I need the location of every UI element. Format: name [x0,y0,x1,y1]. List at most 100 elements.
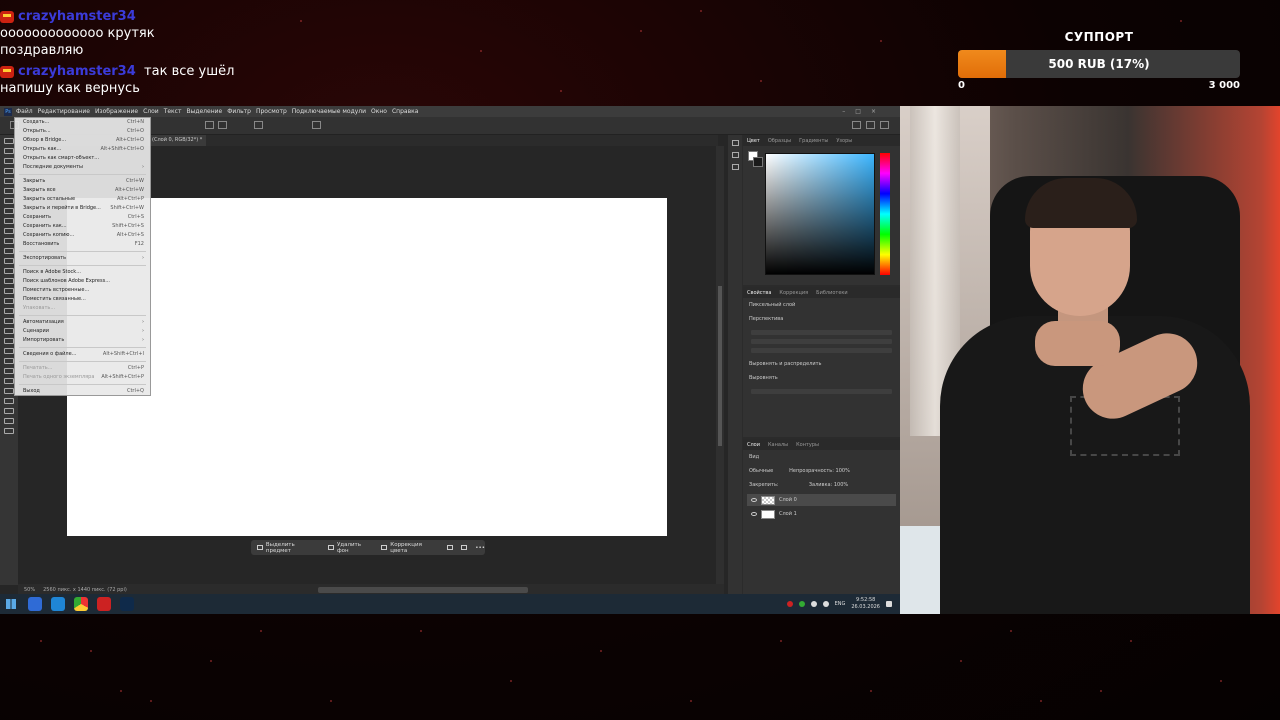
tool-icon[interactable] [4,148,14,154]
select-subject-button[interactable]: Выделить предмет [257,542,320,554]
tool-icon[interactable] [4,338,14,344]
file-menu-item[interactable]: Поиск в Adobe Stock... [15,268,150,277]
file-menu-item[interactable]: Сохранить как... Shift+Ctrl+S [15,222,150,231]
panel-tab[interactable]: Цвет [747,138,760,144]
file-menu-item[interactable]: Поместить встроенные... [15,286,150,295]
align-buttons-row[interactable] [751,389,892,394]
tool-icon[interactable] [4,208,14,214]
panel-tab[interactable]: Узоры [836,138,852,144]
transform-button[interactable] [447,545,454,550]
file-menu-item[interactable]: Закрыть Ctrl+W [15,177,150,186]
eye-icon[interactable] [751,512,757,516]
panel-tab[interactable]: Градиенты [799,138,828,144]
layer-row[interactable]: Слой 1 [747,508,896,520]
menu-item[interactable]: Фильтр [227,108,251,115]
color-correction-button[interactable]: Коррекция цвета [381,542,439,554]
menu-item[interactable]: Окно [371,108,387,115]
file-menu-item[interactable]: Восстановить F12 [15,240,150,249]
mask-button[interactable] [461,545,468,550]
file-menu-item[interactable]: Последние документы › [15,163,150,172]
tool-icon[interactable] [4,418,14,424]
tool-icon[interactable] [4,288,14,294]
minimize-icon[interactable]: – [842,108,845,115]
tool-icon[interactable] [4,268,14,274]
document-canvas[interactable] [67,198,667,536]
history-icon[interactable] [731,140,739,146]
vertical-scrollbar[interactable] [716,146,724,584]
panel-tab[interactable]: Коррекция [779,290,808,296]
file-menu-item[interactable]: Поместить связанные... [15,295,150,304]
properties-icon[interactable] [731,164,739,170]
menu-item[interactable]: Выделение [186,108,222,115]
menu-item[interactable]: Изображение [95,108,138,115]
tool-icon[interactable] [4,368,14,374]
hue-slider[interactable] [880,153,890,275]
menu-item[interactable]: Редактирование [38,108,90,115]
tool-icon[interactable] [4,398,14,404]
windows-start-icon[interactable] [6,599,16,609]
explorer-icon[interactable] [28,597,42,611]
tool-icon[interactable] [4,378,14,384]
remove-background-button[interactable]: Удалить фон [328,542,373,554]
file-menu-item[interactable]: Сведения о файле... Alt+Shift+Ctrl+I [15,350,150,359]
maximize-icon[interactable]: □ [855,108,861,115]
photoshop-taskbar-icon[interactable] [120,597,134,611]
share-icon[interactable] [880,121,889,129]
chrome-tray-icon[interactable] [798,601,805,607]
align-center-icon[interactable] [218,121,227,129]
tool-icon[interactable] [4,408,14,414]
tool-icon[interactable] [4,188,14,194]
tool-icon[interactable] [4,218,14,224]
align-top-icon[interactable] [254,121,263,129]
panel-tab[interactable]: Библиотеки [816,290,848,296]
search-icon[interactable] [852,121,861,129]
brush-settings-icon[interactable] [731,152,739,158]
tool-icon[interactable] [4,348,14,354]
menu-item[interactable]: Справка [392,108,418,115]
language-indicator[interactable]: ENG [835,601,846,607]
tool-icon[interactable] [4,258,14,264]
menu-item[interactable]: Слои [143,108,159,115]
file-menu-item[interactable]: Обзор в Bridge... Alt+Ctrl+O [15,136,150,145]
tool-icon[interactable] [4,318,14,324]
more-options-icon[interactable] [312,121,321,129]
tool-icon[interactable] [4,168,14,174]
blend-mode-select[interactable]: Обычные [749,468,773,474]
file-menu-item[interactable]: Открыть как смарт-объект... [15,154,150,163]
file-menu-item[interactable]: Закрыть остальные Alt+Ctrl+P [15,195,150,204]
eye-icon[interactable] [751,498,757,502]
file-menu-item[interactable]: Сохранить копию... Alt+Ctrl+S [15,231,150,240]
file-menu-item[interactable]: Создать... Ctrl+N [15,118,150,127]
tool-icon[interactable] [4,248,14,254]
close-icon[interactable]: × [871,108,876,115]
tool-icon[interactable] [4,328,14,334]
file-menu-item[interactable]: Сценарии › [15,327,150,336]
opacity-value[interactable]: 100% [836,468,850,474]
tool-icon[interactable] [4,358,14,364]
tool-icon[interactable] [4,138,14,144]
align-left-icon[interactable] [205,121,214,129]
horizontal-scrollbar[interactable] [318,587,528,593]
panel-tab[interactable]: Слои [747,442,760,448]
tool-icon[interactable] [4,228,14,234]
tool-icon[interactable] [4,298,14,304]
color-field[interactable] [765,153,875,275]
tool-icon[interactable] [4,158,14,164]
menu-item[interactable]: Текст [164,108,182,115]
transform-angle-field[interactable] [751,348,892,353]
tool-icon[interactable] [4,428,14,434]
workspace-icon[interactable] [866,121,875,129]
file-menu-item[interactable]: Закрыть и перейти в Bridge... Shift+Ctrl+… [15,204,150,213]
tool-icon[interactable] [4,278,14,284]
tab-document[interactable]: (Слой 0, RGB/32*) * [148,135,207,146]
transform-width-field[interactable] [751,330,892,335]
scroll-thumb[interactable] [718,286,722,446]
file-menu-item[interactable]: Выход Ctrl+Q [15,387,150,396]
tool-icon[interactable] [4,198,14,204]
clock[interactable]: 9:52:58 26.03.2026 [851,597,880,611]
menu-item[interactable]: Файл [16,108,33,115]
panel-tab[interactable]: Каналы [768,442,788,448]
browser-icon[interactable] [51,597,65,611]
more-button[interactable]: ••• [475,545,485,551]
file-menu-item[interactable]: Открыть... Ctrl+O [15,127,150,136]
